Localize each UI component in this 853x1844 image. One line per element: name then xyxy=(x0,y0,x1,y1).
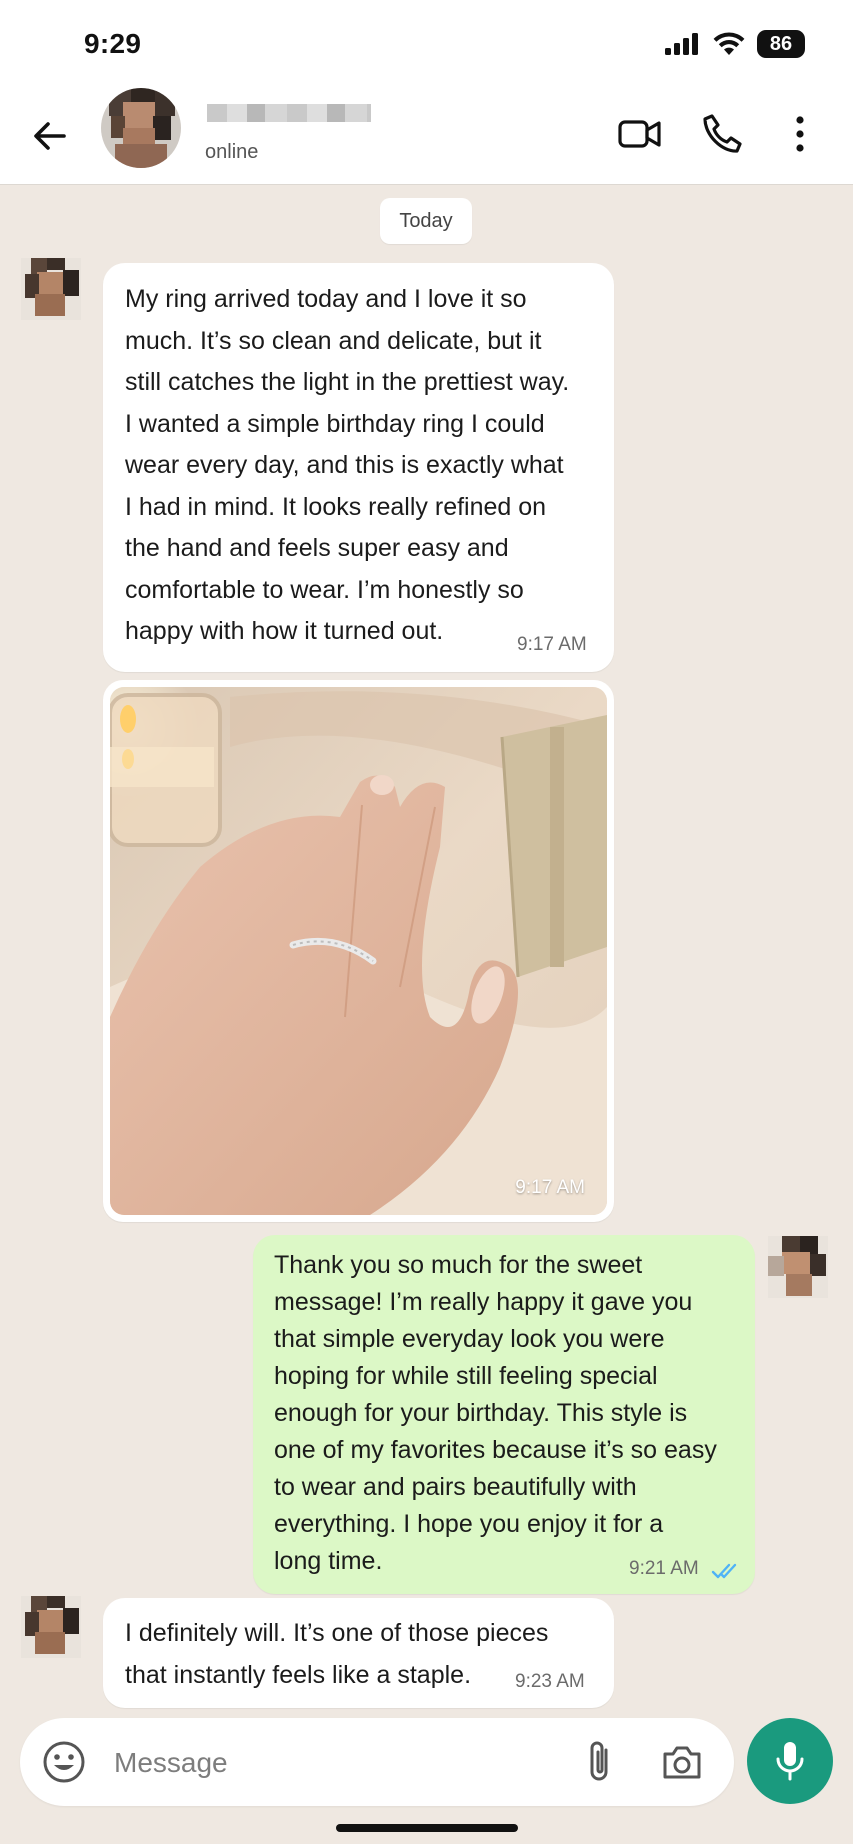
contact-avatar[interactable] xyxy=(101,88,181,168)
home-indicator[interactable] xyxy=(336,1824,518,1832)
camera-icon[interactable] xyxy=(660,1740,704,1784)
date-separator: Today xyxy=(380,198,472,244)
message-bubble-incoming[interactable]: I definitely will. It’s one of those pie… xyxy=(103,1598,614,1708)
voice-message-button[interactable] xyxy=(747,1718,833,1804)
message-composer xyxy=(20,1718,734,1806)
status-time: 9:29 xyxy=(84,28,142,59)
video-call-icon[interactable] xyxy=(616,110,664,158)
message-time: 9:21 AM xyxy=(629,1558,699,1579)
message-bubble-incoming[interactable]: My ring arrived today and I love it so m… xyxy=(103,263,614,672)
microphone-icon xyxy=(776,1742,804,1781)
status-icons: 86 xyxy=(665,30,805,58)
message-time: 9:17 AM xyxy=(517,634,587,655)
sender-avatar[interactable] xyxy=(21,1596,81,1658)
wifi-icon xyxy=(713,32,745,55)
phone-call-icon[interactable] xyxy=(698,110,746,158)
own-avatar[interactable] xyxy=(768,1236,828,1298)
status-bar: 9:29 86 xyxy=(0,0,853,88)
message-time: 9:23 AM xyxy=(515,1671,585,1692)
attach-icon[interactable] xyxy=(580,1738,620,1786)
battery-indicator: 86 xyxy=(757,30,805,58)
back-arrow-icon[interactable] xyxy=(28,114,72,158)
message-text: I definitely will. It’s one of those pie… xyxy=(125,1619,549,1689)
image-time: 9:17 AM xyxy=(515,1177,585,1198)
more-options-icon[interactable] xyxy=(776,110,824,158)
contact-status: online xyxy=(205,141,259,163)
message-bubble-outgoing[interactable]: Thank you so much for the sweet message!… xyxy=(253,1235,755,1594)
message-input[interactable] xyxy=(112,1742,496,1784)
read-receipt-icon xyxy=(711,1563,737,1579)
sender-avatar[interactable] xyxy=(21,258,81,320)
signal-icon xyxy=(665,33,698,55)
emoji-icon[interactable] xyxy=(42,1740,86,1784)
message-text: Thank you so much for the sweet message!… xyxy=(274,1251,717,1575)
chat-screen: 9:29 86 online Today My ring arrived tod… xyxy=(0,0,853,1844)
message-text: My ring arrived today and I love it so m… xyxy=(125,285,570,645)
contact-name-redacted[interactable] xyxy=(207,104,371,122)
image-message[interactable]: 9:17 AM xyxy=(103,680,614,1222)
chat-header: online xyxy=(0,88,853,185)
ring-photo[interactable]: 9:17 AM xyxy=(110,687,607,1215)
